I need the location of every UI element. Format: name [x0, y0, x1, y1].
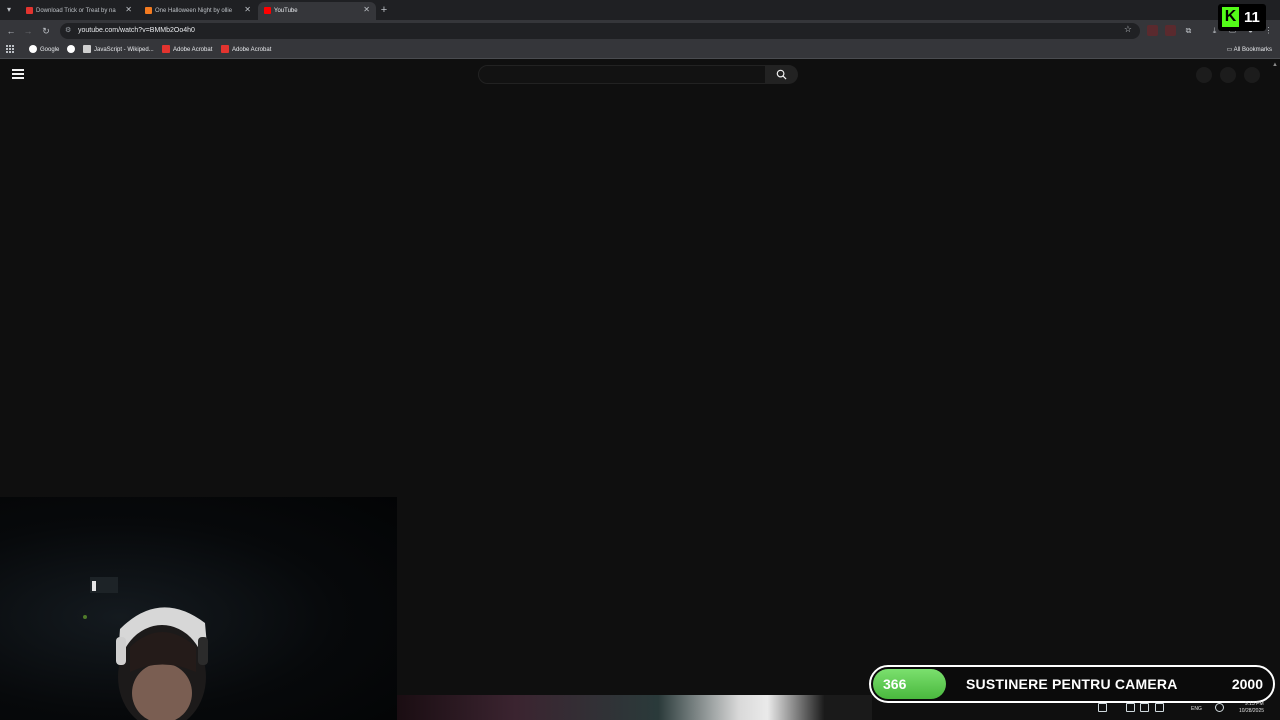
- address-url[interactable]: youtube.com/watch?v=BMMb2Oo4h0: [78, 25, 195, 37]
- bookmark-label: Adobe Acrobat: [232, 47, 272, 53]
- donation-goal-bar: 366 SUSTINERE PENTRU CAMERA 2000: [869, 665, 1275, 703]
- tab-trick-or-treat[interactable]: Download Trick or Treat by na ✕: [20, 2, 138, 20]
- kick-logo-icon: K: [1222, 7, 1239, 27]
- search-icon: [776, 69, 787, 80]
- clock-date[interactable]: 10/28/2025: [1239, 708, 1264, 714]
- tab-title: YouTube: [274, 8, 298, 14]
- apps-grid-icon[interactable]: [6, 45, 14, 56]
- wikipedia-icon: [83, 45, 91, 54]
- tray-app-icon[interactable]: [1155, 703, 1164, 712]
- acrobat-icon: [162, 45, 170, 54]
- hamburger-menu-icon[interactable]: [12, 69, 24, 79]
- bookmark-javascript[interactable]: JavaScript - Wikiped...: [83, 45, 154, 56]
- scroll-up-arrow-icon[interactable]: ▲: [1272, 62, 1278, 68]
- back-arrow-icon[interactable]: ←: [4, 24, 18, 38]
- tray-app-icon[interactable]: [1126, 703, 1135, 712]
- youtube-favicon-icon: [264, 7, 271, 14]
- wifi-icon[interactable]: [1215, 703, 1224, 712]
- reload-icon[interactable]: ↻: [39, 24, 53, 38]
- bookmark-star-icon[interactable]: ☆: [1124, 24, 1132, 35]
- webcam-overlay: [0, 497, 397, 720]
- extension-icon[interactable]: [1147, 25, 1158, 36]
- bookmark-chrome[interactable]: [67, 45, 78, 56]
- all-bookmarks-button[interactable]: ▭ All Bookmarks: [1227, 45, 1272, 56]
- tab-youtube[interactable]: YouTube ✕: [258, 2, 376, 20]
- tab-favicon-icon: [26, 7, 33, 14]
- tab-title: Download Trick or Treat by na: [36, 8, 116, 14]
- kick-viewer-badge: K 11: [1218, 4, 1266, 31]
- extension-icon[interactable]: [1165, 25, 1176, 36]
- streamer-webcam-image: [83, 577, 208, 720]
- all-bookmarks-label: All Bookmarks: [1233, 47, 1272, 53]
- close-tab-icon[interactable]: ✕: [244, 2, 251, 18]
- bookmarks-bar: Google JavaScript - Wikiped... Adobe Acr…: [0, 42, 1280, 59]
- youtube-search-input[interactable]: [478, 65, 766, 84]
- tab-title: One Halloween Night by ollie: [155, 8, 233, 14]
- bookmark-google[interactable]: Google: [29, 45, 59, 56]
- extensions-puzzle-icon[interactable]: ⧉: [1183, 25, 1194, 36]
- close-tab-icon[interactable]: ✕: [125, 2, 132, 18]
- goal-target-value: 2000: [1231, 676, 1263, 692]
- goal-current-value: 366: [883, 676, 907, 692]
- clock-time[interactable]: 9:13 PM: [1245, 701, 1264, 707]
- bookmark-label: Google: [40, 47, 60, 53]
- youtube-search-button[interactable]: [766, 65, 798, 84]
- folder-icon: ▭: [1226, 47, 1234, 53]
- bookmark-adobe-acrobat[interactable]: Adobe Acrobat: [162, 45, 212, 56]
- address-bar[interactable]: ⚙ youtube.com/watch?v=BMMb2Oo4h0 ☆: [60, 23, 1140, 39]
- browser-toolbar: ← → ↻ ⚙ youtube.com/watch?v=BMMb2Oo4h0 ☆…: [0, 20, 1280, 42]
- avatar-placeholder[interactable]: [1244, 67, 1260, 83]
- goal-label: SUSTINERE PENTRU CAMERA: [966, 676, 1178, 692]
- notifications-placeholder[interactable]: [1220, 67, 1236, 83]
- stream-background-strip: [397, 695, 872, 720]
- tab-one-halloween-night[interactable]: One Halloween Night by ollie ✕: [139, 2, 257, 20]
- viewer-count: 11: [1244, 9, 1260, 26]
- system-tray: ENG 9:13 PM 10/28/2025: [1095, 700, 1280, 720]
- bookmark-adobe-acrobat-2[interactable]: Adobe Acrobat: [221, 45, 271, 56]
- browser-tab-strip: ▾ Download Trick or Treat by na ✕ One Ha…: [0, 0, 1280, 20]
- language-indicator[interactable]: ENG: [1191, 706, 1202, 712]
- site-info-icon[interactable]: ⚙: [65, 26, 74, 35]
- new-tab-button[interactable]: +: [378, 3, 390, 17]
- create-button-placeholder[interactable]: [1196, 67, 1212, 83]
- acrobat-icon: [221, 45, 229, 54]
- bookmark-label: Adobe Acrobat: [173, 47, 213, 53]
- close-tab-icon[interactable]: ✕: [363, 2, 370, 18]
- tab-search-icon[interactable]: ▾: [3, 4, 15, 16]
- bookmark-label: JavaScript - Wikiped...: [94, 47, 154, 53]
- globe-icon: [67, 45, 75, 54]
- tray-app-icon[interactable]: [1140, 703, 1149, 712]
- tray-app-icon[interactable]: [1098, 703, 1107, 712]
- forward-arrow-icon[interactable]: →: [21, 24, 35, 38]
- google-icon: [29, 45, 37, 54]
- tab-favicon-icon: [145, 7, 152, 14]
